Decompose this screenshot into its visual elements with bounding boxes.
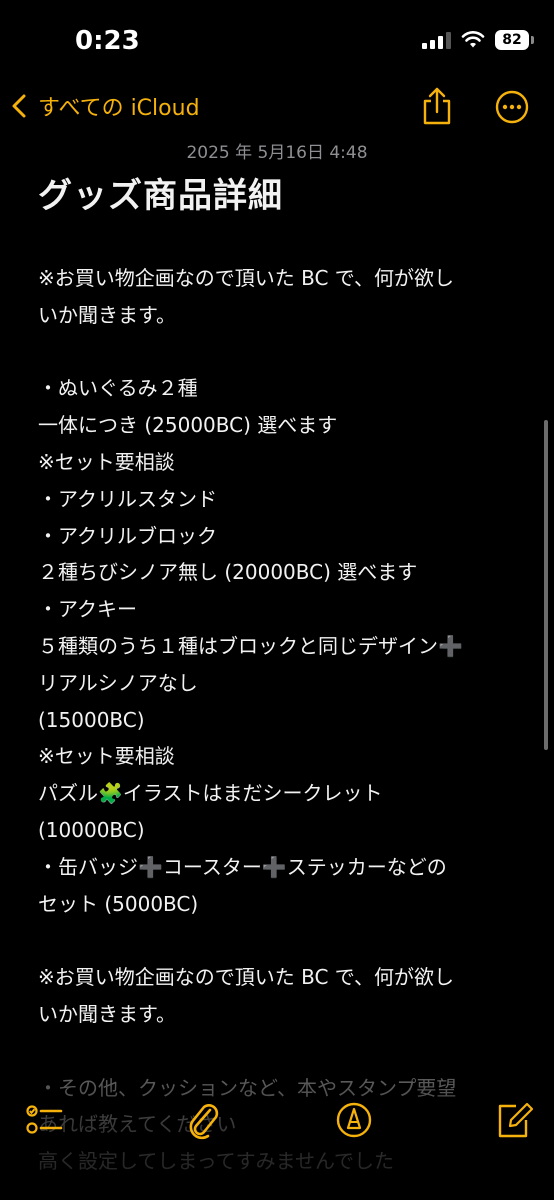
markup-icon[interactable] [334, 1098, 374, 1142]
note-blank-line [38, 922, 518, 959]
status-bar: 0:23 82 [0, 0, 554, 80]
note-line: ・アクリルスタンド [38, 486, 217, 511]
bottom-toolbar [0, 1098, 554, 1148]
cellular-signal-icon [422, 31, 451, 49]
scroll-indicator[interactable] [544, 420, 548, 750]
battery-indicator: 82 [495, 30, 534, 50]
note-line: ・アクリルブロック [38, 523, 217, 548]
note-line: リアルシノアなし [38, 670, 198, 695]
note-blank-line [38, 334, 518, 371]
status-time: 0:23 [75, 26, 140, 56]
note-title[interactable]: グッズ商品詳細 [38, 168, 283, 217]
note-line: いか聞きます。 [38, 1001, 176, 1026]
note-line: ※セット要相談 [38, 744, 175, 769]
note-date: 2025 年 5月16日 4:48 [186, 143, 368, 163]
note-body[interactable]: ※お買い物企画なので頂いた BC で、何が欲し いか聞きます。 ・ぬいぐるみ２種一体… [38, 260, 518, 1180]
note-line: ※お買い物企画なので頂いた BC で、何が欲し [38, 965, 455, 990]
more-options-icon[interactable] [495, 90, 529, 124]
note-line: ・缶バッジ➕コースター➕ステッカーなどの [38, 854, 447, 879]
note-line: ※セット要相談 [38, 449, 175, 474]
status-icons: 82 [422, 30, 534, 50]
note-line: ２種ちびシノア無し (20000BC) 選べます [38, 560, 418, 585]
note-line: ・ぬいぐるみ２種 [38, 376, 198, 401]
note-line: 一体につき (25000BC) 選べます [38, 413, 338, 438]
nav-bar: すべての iCloud [0, 80, 554, 136]
note-line: ５種類のうち１種はブロックと同じデザイン➕ [38, 633, 463, 658]
note-line: パズル🧩イラストはまだシークレット [38, 781, 383, 806]
note-line: セット (5000BC) [38, 891, 199, 916]
attachment-icon[interactable] [183, 1098, 223, 1142]
note-line: ※お買い物企画なので頂いた BC で、何が欲し [38, 266, 455, 290]
note-line: ・アクキー [38, 597, 137, 622]
note-line: (15000BC) [38, 707, 145, 732]
share-icon[interactable] [420, 86, 454, 126]
back-button[interactable]: すべての iCloud [12, 90, 200, 122]
compose-icon[interactable] [494, 1098, 534, 1142]
note-line: いか聞きます。 [38, 302, 176, 327]
wifi-icon [461, 31, 485, 48]
checklist-icon[interactable] [25, 1098, 65, 1142]
note-line: (10000BC) [38, 817, 145, 842]
back-label: すべての iCloud [38, 96, 200, 121]
chevron-left-icon [12, 94, 26, 118]
